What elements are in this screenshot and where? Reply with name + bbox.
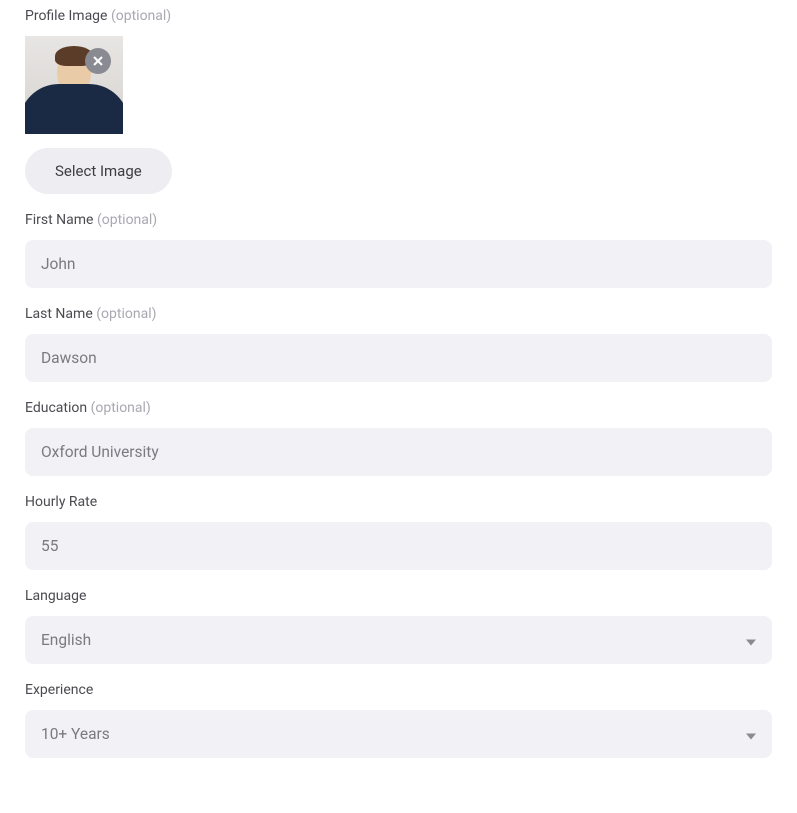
first-name-field: First Name (optional)	[25, 212, 772, 288]
experience-label-text: Experience	[25, 682, 93, 698]
last-name-label-text: Last Name	[25, 306, 93, 322]
hourly-rate-field: Hourly Rate	[25, 494, 772, 570]
profile-image-preview	[25, 36, 123, 134]
language-label-text: Language	[25, 588, 86, 604]
profile-image-optional: (optional)	[111, 8, 171, 24]
experience-select[interactable]: 10+ Years	[25, 710, 772, 758]
hourly-rate-input[interactable]	[25, 522, 772, 570]
hourly-rate-label-text: Hourly Rate	[25, 494, 97, 510]
last-name-field: Last Name (optional)	[25, 306, 772, 382]
select-image-button[interactable]: Select Image	[25, 148, 172, 194]
last-name-optional: (optional)	[96, 306, 156, 322]
last-name-label: Last Name (optional)	[25, 306, 772, 322]
last-name-input[interactable]	[25, 334, 772, 382]
language-select[interactable]: English	[25, 616, 772, 664]
education-input[interactable]	[25, 428, 772, 476]
first-name-input[interactable]	[25, 240, 772, 288]
remove-image-button[interactable]	[85, 48, 111, 74]
experience-label: Experience	[25, 682, 772, 698]
language-select-wrap: English	[25, 616, 772, 664]
education-field: Education (optional)	[25, 400, 772, 476]
education-label: Education (optional)	[25, 400, 772, 416]
language-label: Language	[25, 588, 772, 604]
language-field: Language English	[25, 588, 772, 664]
profile-image-field: Profile Image (optional) Select Image	[25, 8, 772, 194]
close-icon	[92, 55, 104, 67]
profile-image-label-text: Profile Image	[25, 8, 107, 24]
hourly-rate-label: Hourly Rate	[25, 494, 772, 510]
education-label-text: Education	[25, 400, 87, 416]
first-name-optional: (optional)	[97, 212, 157, 228]
first-name-label-text: First Name	[25, 212, 93, 228]
experience-field: Experience 10+ Years	[25, 682, 772, 758]
education-optional: (optional)	[91, 400, 151, 416]
profile-image-label: Profile Image (optional)	[25, 8, 772, 24]
first-name-label: First Name (optional)	[25, 212, 772, 228]
experience-select-wrap: 10+ Years	[25, 710, 772, 758]
avatar	[25, 36, 123, 134]
